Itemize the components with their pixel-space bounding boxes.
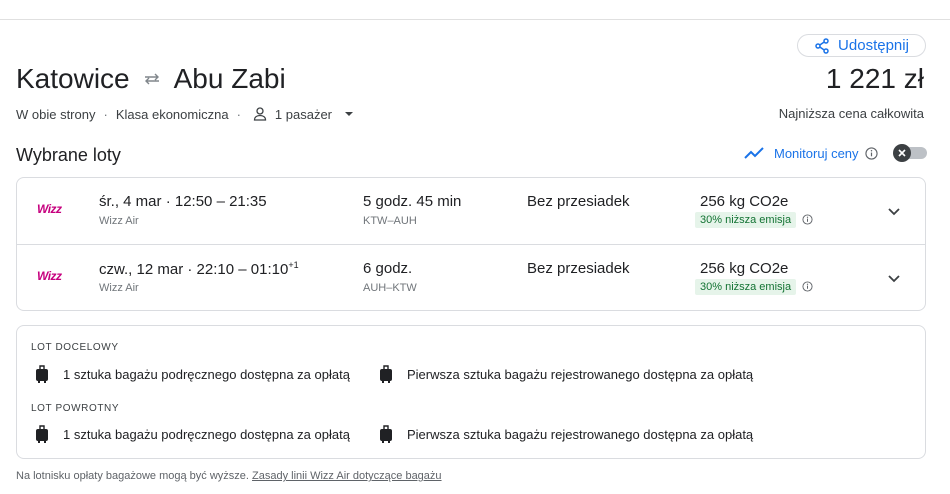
checked-bag-icon — [380, 365, 392, 383]
emission-badge: 30% niższa emisja — [695, 279, 797, 295]
day-offset: +1 — [288, 260, 299, 270]
trip-type: W obie strony — [16, 106, 96, 122]
flight-row-outbound[interactable]: Wizz śr., 4 mar · 12:50 – 21:35 Wizz Air… — [17, 178, 925, 244]
flight-time-range: 22:10 – 01:10 — [196, 261, 289, 278]
selected-flights: Wizz śr., 4 mar · 12:50 – 21:35 Wizz Air… — [16, 177, 926, 311]
checked-baggage: Pierwsza sztuka bagażu rejestrowanego do… — [379, 425, 753, 443]
flight-row-return[interactable]: Wizz czw., 12 mar · 22:10 – 01:10+1 Wizz… — [17, 244, 925, 310]
close-icon — [898, 149, 906, 157]
trip-meta: W obie strony · Klasa ekonomiczna · 1 pa… — [16, 106, 354, 122]
top-divider — [0, 19, 950, 20]
separator-dot: · — [187, 261, 197, 278]
chevron-down-icon[interactable] — [887, 204, 901, 218]
origin-city: Katowice — [16, 63, 130, 94]
flight-route: AUH–KTW — [363, 282, 417, 294]
track-prices-label[interactable]: Monitoruj ceny — [774, 146, 859, 161]
trend-icon — [744, 147, 764, 159]
flight-time-range: 12:50 – 21:35 — [174, 193, 267, 210]
flight-date: czw., 12 mar — [99, 261, 184, 278]
checked-bag-icon — [380, 425, 392, 443]
flight-times: czw., 12 mar · 22:10 – 01:10+1 — [99, 260, 299, 278]
co2-emissions: 256 kg CO2e — [700, 193, 789, 210]
footnote-text: Na lotnisku opłaty bagażowe mogą być wyż… — [16, 470, 249, 482]
carry-on-bag-icon — [36, 365, 48, 383]
airline-name: Wizz Air — [99, 215, 139, 227]
separator-dot: · — [165, 193, 175, 210]
flight-date: śr., 4 mar — [99, 193, 162, 210]
caret-down-icon[interactable] — [344, 109, 354, 119]
price-label: Najniższa cena całkowita — [778, 106, 924, 121]
flight-stops: Bez przesiadek — [527, 260, 630, 277]
destination-city: Abu Zabi — [173, 63, 286, 94]
co2-emissions: 256 kg CO2e — [700, 260, 789, 277]
carry-on-text: 1 sztuka bagażu podręcznego dostępna za … — [63, 426, 350, 442]
flight-route: KTW–AUH — [363, 215, 417, 227]
separator-dot: · — [103, 106, 108, 122]
carry-on-bag-icon — [36, 425, 48, 443]
emission-badge: 30% niższa emisja — [695, 212, 797, 228]
swap-arrows-icon — [144, 73, 159, 85]
wizz-air-logo: Wizz — [37, 269, 62, 283]
track-prices[interactable]: Monitoruj ceny — [744, 145, 878, 161]
flight-duration: 5 godz. 45 min — [363, 193, 462, 210]
baggage-info: LOT DOCELOWY 1 sztuka bagażu podręcznego… — [16, 325, 926, 459]
cabin-class: Klasa ekonomiczna — [115, 106, 229, 122]
wizz-air-logo: Wizz — [37, 202, 62, 216]
checked-baggage: Pierwsza sztuka bagażu rejestrowanego do… — [379, 365, 753, 383]
outbound-baggage-title: LOT DOCELOWY — [31, 342, 119, 353]
share-button[interactable]: Udostępnij — [797, 34, 926, 57]
separator-dot: · — [236, 106, 241, 122]
share-label: Udostępnij — [838, 37, 909, 54]
flight-stops: Bez przesiadek — [527, 193, 630, 210]
info-icon[interactable] — [864, 146, 878, 160]
person-icon — [253, 107, 267, 121]
checked-text: Pierwsza sztuka bagażu rejestrowanego do… — [407, 366, 754, 382]
share-icon — [815, 37, 829, 54]
baggage-policy-link[interactable]: Zasady linii Wizz Air dotyczące bagażu — [252, 470, 442, 482]
chevron-down-icon[interactable] — [887, 271, 901, 285]
section-title: Wybrane loty — [16, 145, 121, 165]
airline-name: Wizz Air — [99, 282, 139, 294]
carry-on-baggage: 1 sztuka bagażu podręcznego dostępna za … — [35, 365, 350, 383]
baggage-footnote: Na lotnisku opłaty bagażowe mogą być wyż… — [16, 470, 442, 482]
flight-duration: 6 godz. — [363, 260, 413, 277]
total-price: 1 221 zł — [825, 63, 924, 94]
flight-times: śr., 4 mar · 12:50 – 21:35 — [99, 193, 267, 210]
checked-text: Pierwsza sztuka bagażu rejestrowanego do… — [407, 426, 754, 442]
return-baggage-title: LOT POWROTNY — [31, 403, 120, 414]
toggle-knob — [893, 144, 911, 162]
track-prices-toggle[interactable] — [893, 144, 927, 162]
info-icon[interactable] — [802, 214, 813, 225]
passenger-count[interactable]: 1 pasażer — [275, 107, 332, 122]
carry-on-baggage: 1 sztuka bagażu podręcznego dostępna za … — [35, 425, 350, 443]
route-title: Katowice Abu Zabi — [16, 63, 286, 95]
carry-on-text: 1 sztuka bagażu podręcznego dostępna za … — [63, 366, 350, 382]
info-icon[interactable] — [802, 281, 813, 292]
